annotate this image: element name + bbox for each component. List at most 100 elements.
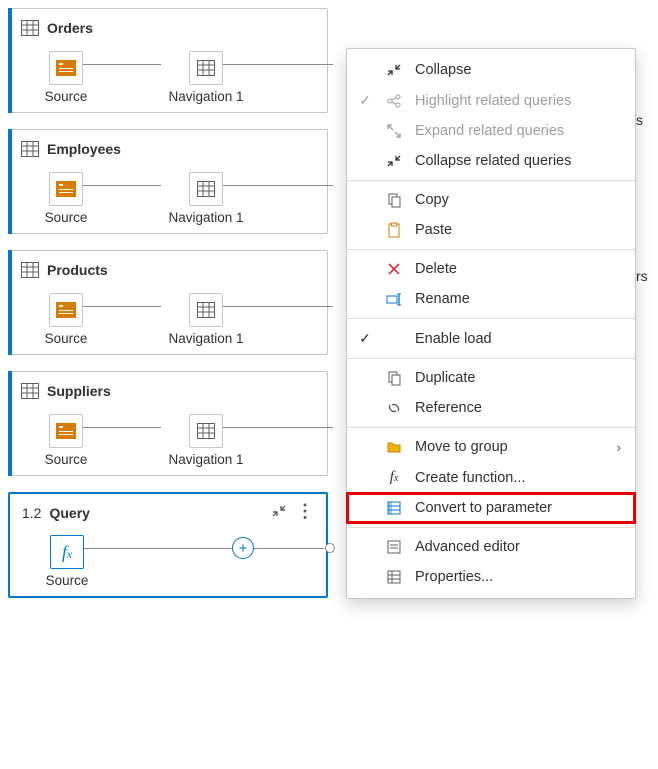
expand-icon [385,123,403,139]
query-title: Query [49,505,89,521]
query-title: Orders [47,20,93,36]
collapse-icon [385,153,403,169]
step-label: Source [46,573,89,588]
menu-label: Reference [415,400,621,416]
menu-label: Convert to parameter [415,500,621,516]
menu-collapse-related[interactable]: Collapse related queries [347,146,635,176]
query-card-products[interactable]: Products Source Navigation 1 [8,250,328,355]
menu-convert-to-parameter[interactable]: Convert to parameter [347,493,635,523]
menu-properties[interactable]: Properties... [347,562,635,592]
step-navigation[interactable]: Navigation 1 [161,293,251,346]
copy-icon [385,192,403,208]
cutoff-text: s [636,112,643,128]
menu-label: Collapse related queries [415,153,621,169]
query-prefix: 1.2 [22,505,41,521]
function-icon: fx [385,469,403,486]
step-navigation[interactable]: Navigation 1 [161,414,251,467]
query-card-selected[interactable]: 1.2 Query ⋮ fx Source + [8,492,328,598]
menu-paste[interactable]: Paste [347,215,635,245]
menu-advanced-editor[interactable]: Advanced editor [347,532,635,562]
table-icon [189,414,223,448]
datasource-icon [49,51,83,85]
cutoff-text: rs [636,268,648,284]
menu-label: Advanced editor [415,539,621,555]
menu-enable-load[interactable]: ✓ Enable load [347,323,635,354]
menu-label: Collapse [415,62,621,78]
add-step-button[interactable]: + [232,537,254,559]
step-source[interactable]: Source [21,51,111,104]
menu-label: Rename [415,291,621,307]
step-source[interactable]: Source [21,293,111,346]
step-navigation[interactable]: Navigation 1 [161,172,251,225]
menu-separator [347,358,635,359]
menu-delete[interactable]: Delete [347,254,635,284]
menu-highlight-related[interactable]: ✓ Highlight related queries [347,85,635,116]
share-icon [385,93,403,109]
more-icon[interactable]: ⋮ [296,504,314,521]
step-label: Navigation 1 [168,89,243,104]
table-icon [189,172,223,206]
menu-collapse[interactable]: Collapse [347,55,635,85]
query-title: Suppliers [47,383,111,399]
step-source[interactable]: Source [21,414,111,467]
function-icon: fx [50,535,84,569]
step-label: Source [45,452,88,467]
query-card-employees[interactable]: Employees Source Navigation 1 [8,129,328,234]
table-icon [21,382,39,400]
chevron-right-icon: › [616,439,621,455]
menu-label: Properties... [415,569,621,585]
editor-icon [385,539,403,555]
context-menu: Collapse ✓ Highlight related queries Exp… [346,48,636,599]
menu-separator [347,249,635,250]
step-label: Navigation 1 [168,331,243,346]
query-card-orders[interactable]: Orders Source Navigation 1 [8,8,328,113]
datasource-icon [49,414,83,448]
query-title: Products [47,262,108,278]
menu-label: Expand related queries [415,123,621,139]
menu-label: Delete [415,261,621,277]
menu-separator [347,427,635,428]
table-icon [189,51,223,85]
paste-icon [385,222,403,238]
step-label: Source [45,210,88,225]
end-node [325,543,335,553]
menu-reference[interactable]: Reference [347,393,635,423]
menu-label: Copy [415,192,621,208]
menu-separator [347,318,635,319]
menu-label: Duplicate [415,370,621,386]
folder-icon [385,439,403,455]
menu-create-function[interactable]: fx Create function... [347,462,635,493]
datasource-icon [49,293,83,327]
step-label: Source [45,89,88,104]
menu-duplicate[interactable]: Duplicate [347,363,635,393]
query-card-suppliers[interactable]: Suppliers Source Navigation 1 [8,371,328,476]
menu-label: Paste [415,222,621,238]
menu-label: Highlight related queries [415,93,621,109]
table-icon [21,261,39,279]
properties-icon [385,569,403,585]
step-label: Navigation 1 [168,210,243,225]
duplicate-icon [385,370,403,386]
collapse-icon[interactable] [272,504,286,521]
menu-label: Move to group [415,439,604,455]
menu-expand-related[interactable]: Expand related queries [347,116,635,146]
parameter-icon [385,500,403,516]
datasource-icon [49,172,83,206]
delete-icon [385,261,403,277]
menu-separator [347,180,635,181]
step-label: Navigation 1 [168,452,243,467]
menu-copy[interactable]: Copy [347,185,635,215]
collapse-icon [385,62,403,78]
rename-icon [385,291,403,307]
menu-rename[interactable]: Rename [347,284,635,314]
step-source[interactable]: fx Source [22,535,112,588]
step-navigation[interactable]: Navigation 1 [161,51,251,104]
query-title: Employees [47,141,121,157]
reference-icon [385,400,403,416]
menu-label: Enable load [415,331,621,347]
step-source[interactable]: Source [21,172,111,225]
table-icon [189,293,223,327]
table-icon [21,140,39,158]
menu-move-to-group[interactable]: Move to group › [347,432,635,462]
menu-label: Create function... [415,470,621,486]
